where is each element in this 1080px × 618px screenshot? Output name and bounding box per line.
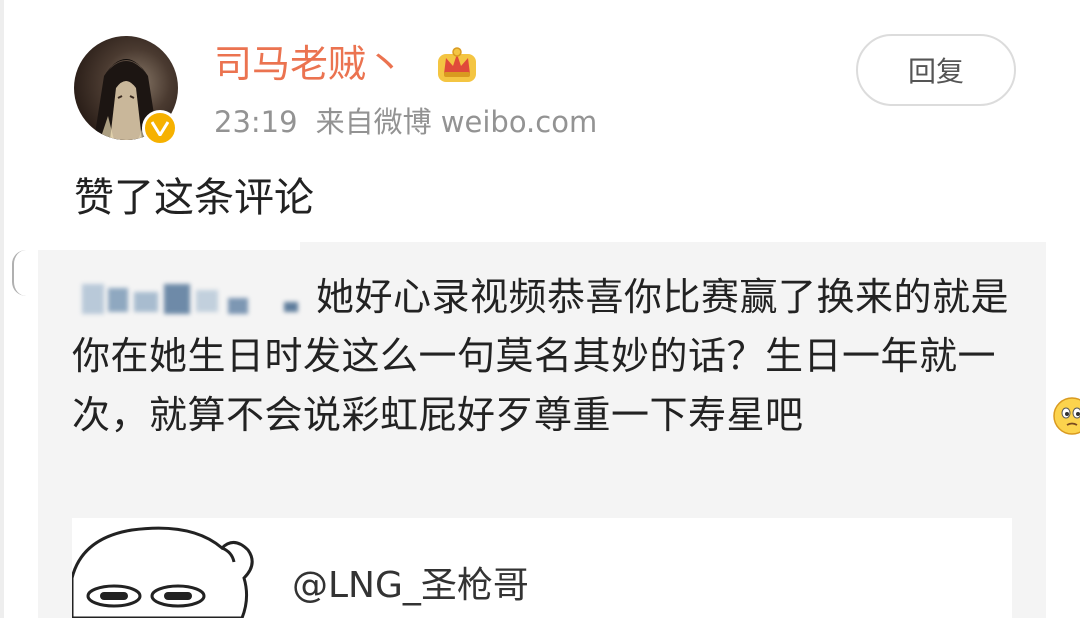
weibo-post-screen: 司马老贼丶 23:19 来自微博 weibo.com 回复 赞了这条评论 她好心录… — [0, 0, 1080, 618]
thinking-emoji-icon: ? — [808, 392, 1080, 436]
quoted-thumbnail — [72, 518, 262, 618]
reply-button[interactable]: 回复 — [856, 34, 1016, 106]
crown-icon — [436, 44, 478, 84]
post-time: 23:19 — [214, 105, 298, 139]
comment-panel-notch — [38, 236, 300, 250]
action-text: 赞了这条评论 — [74, 175, 314, 221]
post-source[interactable]: 来自微博 weibo.com — [316, 105, 598, 139]
comment-body: 她好心录视频恭喜你比赛赢了换来的就是你在她生日时发这么一句莫名其妙的话？生日一年… — [72, 275, 1010, 437]
username[interactable]: 司马老贼丶 — [214, 40, 404, 88]
left-bracket-decoration — [12, 250, 28, 296]
quoted-username[interactable]: @LNG_圣枪哥 — [292, 562, 529, 610]
left-edge-divider — [0, 0, 4, 618]
comment-text: 她好心录视频恭喜你比赛赢了换来的就是你在她生日时发这么一句莫名其妙的话？生日一年… — [72, 268, 1080, 445]
post-meta: 23:19 来自微博 weibo.com — [214, 102, 597, 142]
verified-badge-icon — [142, 110, 178, 146]
quoted-card[interactable]: @LNG_圣枪哥 — [72, 518, 1012, 618]
